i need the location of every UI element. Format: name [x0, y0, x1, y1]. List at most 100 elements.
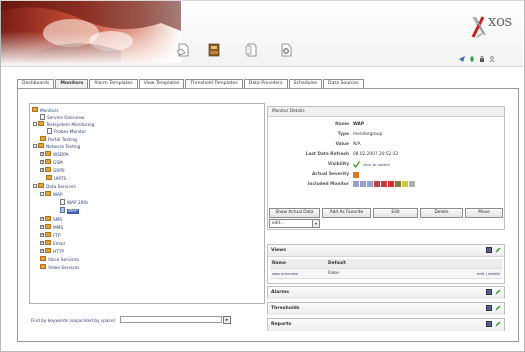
folder-icon: [45, 240, 51, 245]
tree-node-umts[interactable]: UMTS: [46, 175, 66, 182]
expand-toggle-icon[interactable]: +: [40, 249, 44, 253]
folder-icon: [32, 107, 38, 112]
collapse-toggle-icon[interactable]: -: [33, 184, 37, 188]
settings-doc-icon[interactable]: [279, 43, 293, 57]
column-header-default: Default: [328, 261, 346, 266]
monitor-details-heading: Monitor Details: [268, 107, 504, 117]
window-icon[interactable]: [486, 305, 492, 311]
tree-node-probes-monitor[interactable]: Probes Monitor: [47, 128, 86, 135]
expand-toggle-icon[interactable]: +: [40, 160, 44, 164]
pencil-icon[interactable]: [495, 289, 501, 295]
page-icon: [40, 114, 45, 120]
field-label: Visibility: [327, 162, 349, 167]
tab-threshold-templates[interactable]: Threshold Templates: [185, 79, 243, 88]
book-icon[interactable]: [207, 43, 221, 57]
tab-view-templates[interactable]: View Templates: [138, 79, 185, 88]
views-table: Name Default wap overview False edit | d…: [270, 259, 502, 279]
collapse-toggle-icon[interactable]: -: [33, 144, 37, 148]
tab-schedules[interactable]: Schedules: [288, 79, 323, 88]
action-select[interactable]: edit... ▾: [269, 219, 320, 228]
move-button[interactable]: Move: [465, 208, 503, 218]
monitor-status-swatch: [353, 181, 359, 187]
thresholds-panel-header[interactable]: Thresholds: [268, 303, 504, 315]
tree-node-portal-testing[interactable]: Portal Testing: [40, 136, 77, 143]
field-value: 08.02.2007 20:52:32: [353, 152, 399, 157]
monitor-status-swatch: [374, 181, 380, 187]
field-value: monitorgroup: [353, 132, 383, 137]
tree-node-wap-folder[interactable]: - WAP: [40, 191, 63, 198]
tree-node-service-overview[interactable]: Service Overview: [40, 114, 84, 121]
go-arrow-icon[interactable]: ▸: [223, 316, 231, 324]
collapse-toggle-icon[interactable]: -: [33, 122, 37, 126]
monitor-status-swatch: [360, 181, 366, 187]
monitor-status-swatch: [388, 181, 394, 187]
tree-node-wsdpa[interactable]: + WSDPA: [40, 151, 69, 158]
find-keyword-input[interactable]: [120, 316, 222, 323]
tree-node-testsystem-monitoring[interactable]: - Testsystem Monitoring: [33, 121, 94, 128]
lock-icon[interactable]: [479, 56, 485, 62]
monitor-status-swatch: [395, 181, 401, 187]
expand-toggle-icon[interactable]: +: [40, 152, 44, 156]
tab-dashboards[interactable]: Dashboards: [17, 79, 55, 88]
collapse-toggle-icon[interactable]: -: [40, 192, 44, 196]
pencil-icon[interactable]: [495, 247, 501, 253]
delete-button[interactable]: Delete: [420, 208, 463, 218]
document-icon[interactable]: [176, 43, 190, 57]
check-icon: [353, 161, 360, 168]
tree-node-wap-selected[interactable]: WAP: [60, 207, 79, 214]
folder-icon: [45, 159, 51, 164]
reports-panel-header[interactable]: Reports: [268, 319, 504, 331]
window-icon[interactable]: [486, 321, 492, 327]
tree-node-grps[interactable]: + GRPS: [40, 167, 65, 174]
tree-node-gsm[interactable]: + GSM: [40, 159, 63, 166]
pages-icon[interactable]: [244, 43, 258, 57]
tree-node-network-testing[interactable]: - Network Testing: [33, 143, 80, 150]
table-header-row: Name Default: [270, 259, 502, 269]
views-panel-header[interactable]: Views: [268, 245, 504, 257]
edit-delete-links[interactable]: edit | delete: [477, 269, 500, 278]
tree-node-email[interactable]: + Email: [40, 240, 65, 247]
tree-node-ftp[interactable]: + FTP: [40, 232, 61, 239]
window-icon[interactable]: [486, 247, 492, 253]
monitor-status-swatch: [409, 181, 415, 187]
view-name-link[interactable]: wap overview: [272, 269, 298, 278]
views-panel: Views Name Default wap overview False ed…: [267, 244, 505, 284]
folder-icon: [45, 224, 51, 229]
tab-monitors[interactable]: Monitors: [55, 79, 89, 88]
tree-node-monitors[interactable]: Monitors: [32, 107, 59, 114]
main-tabs: Dashboards Monitors Alarm Templates View…: [17, 79, 365, 88]
pencil-icon[interactable]: [495, 305, 501, 311]
tree-node-http[interactable]: + HTTP: [40, 248, 64, 255]
expand-toggle-icon[interactable]: +: [40, 233, 44, 237]
alarms-panel-header[interactable]: Alarms: [268, 287, 504, 299]
pencil-icon[interactable]: [495, 321, 501, 327]
arrow-icon[interactable]: [459, 56, 465, 62]
tree-node-sms[interactable]: + SMS: [40, 216, 62, 223]
tree-node-voice-services[interactable]: Voice Services: [40, 256, 79, 263]
tree-node-video-services[interactable]: Video Services: [40, 264, 80, 271]
expand-toggle-icon[interactable]: +: [40, 225, 44, 229]
tab-data-sources[interactable]: Data Sources: [323, 79, 364, 88]
xos-logo-text: xos: [488, 12, 512, 30]
user-icon[interactable]: [489, 56, 495, 63]
visibility-switch-link[interactable]: click to switch: [363, 162, 390, 167]
column-header-name: Name: [272, 261, 286, 266]
leaf-icon[interactable]: [469, 56, 475, 62]
thresholds-title: Thresholds: [271, 306, 300, 311]
tab-alarm-templates[interactable]: Alarm Templates: [89, 79, 138, 88]
field-label: Type: [337, 132, 349, 137]
tree-node-data-services[interactable]: - Data Services: [33, 183, 76, 190]
window-icon[interactable]: [486, 289, 492, 295]
add-as-favorite-button[interactable]: Add As Favorite: [322, 208, 371, 218]
tree-node-mms[interactable]: + MMS: [40, 224, 63, 231]
tree-node-wap-200s[interactable]: WAP 200s: [60, 199, 88, 206]
folder-icon: [45, 248, 51, 253]
tab-data-providers[interactable]: Data Providers: [243, 79, 288, 88]
expand-toggle-icon[interactable]: +: [40, 168, 44, 172]
field-value: WAP: [353, 122, 365, 127]
show-actual-data-button[interactable]: Show Actual Data: [269, 208, 320, 218]
expand-toggle-icon[interactable]: +: [40, 217, 44, 221]
edit-button[interactable]: Edit: [373, 208, 418, 218]
folder-icon: [45, 216, 51, 221]
expand-toggle-icon[interactable]: +: [40, 241, 44, 245]
